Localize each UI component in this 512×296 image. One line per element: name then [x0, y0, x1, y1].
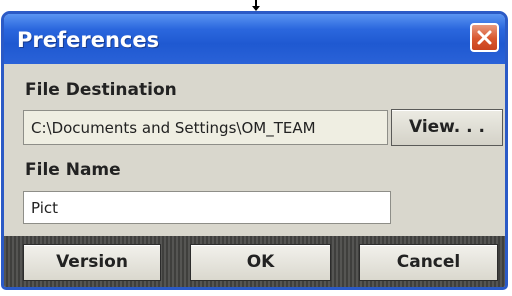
title-bar[interactable]: Preferences: [4, 14, 505, 64]
ok-button-label: OK: [246, 252, 275, 272]
close-button[interactable]: [470, 23, 499, 52]
file-name-value: Pict: [31, 199, 59, 217]
view-button-label: View. . .: [408, 117, 486, 137]
cancel-button-label: Cancel: [396, 252, 461, 272]
close-x-icon: [477, 30, 492, 45]
cancel-button[interactable]: Cancel: [359, 244, 498, 281]
file-name-label: File Name: [25, 160, 121, 180]
file-destination-label: File Destination: [25, 80, 177, 100]
dialog-title: Preferences: [17, 28, 160, 52]
version-button-label: Version: [56, 252, 128, 272]
view-button[interactable]: View. . .: [391, 109, 503, 146]
ok-button[interactable]: OK: [190, 244, 331, 281]
file-destination-value: C:\Documents and Settings\OM_TEAM: [31, 119, 316, 137]
version-button[interactable]: Version: [23, 244, 161, 281]
button-bar: Version OK Cancel: [4, 236, 505, 287]
preferences-dialog: Preferences File Destination C:\Document…: [1, 11, 508, 290]
file-name-input[interactable]: Pict: [23, 191, 391, 224]
file-destination-field[interactable]: C:\Documents and Settings\OM_TEAM: [23, 110, 388, 145]
